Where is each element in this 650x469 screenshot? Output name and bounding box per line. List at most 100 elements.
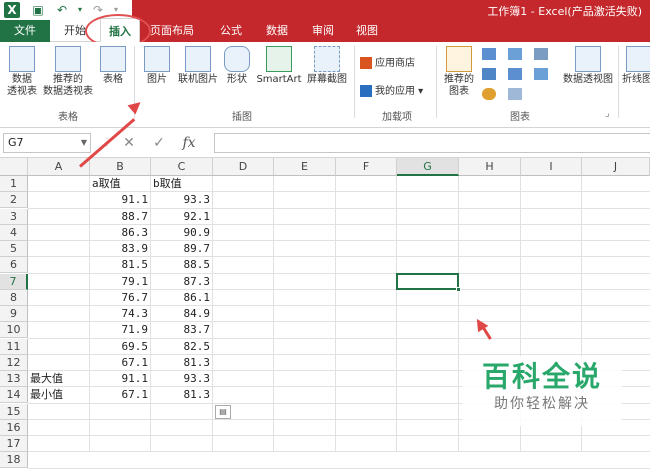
column-header-d[interactable]: D — [213, 158, 274, 176]
cell-b15[interactable] — [92, 404, 151, 420]
store-button[interactable]: 应用商店 — [360, 54, 415, 69]
enter-icon[interactable]: ✓ — [150, 133, 168, 153]
picture-button[interactable]: 图片 — [140, 46, 174, 86]
row-header[interactable]: 6 — [0, 257, 28, 274]
column-header-j[interactable]: J — [582, 158, 650, 176]
cell-a17[interactable] — [30, 436, 90, 452]
cell-b3[interactable]: 88.7 — [92, 209, 151, 225]
column-header-h[interactable]: H — [459, 158, 521, 176]
row-header[interactable]: 2 — [0, 192, 28, 209]
cell-b2[interactable]: 91.1 — [92, 192, 151, 208]
column-header-c[interactable]: C — [151, 158, 213, 176]
cell-c15[interactable] — [153, 404, 213, 420]
cell-a7[interactable] — [30, 274, 90, 290]
name-box[interactable]: G7 ▼ — [3, 133, 91, 153]
cell-a14[interactable]: 最小值 — [30, 387, 90, 403]
column-header-e[interactable]: E — [274, 158, 336, 176]
row-header[interactable]: 15 — [0, 403, 28, 420]
cell-c16[interactable] — [153, 420, 213, 436]
tab-review[interactable]: 审阅 — [312, 20, 334, 42]
tab-home[interactable]: 开始 — [64, 20, 86, 42]
smartart-button[interactable]: SmartArt — [254, 46, 304, 86]
cell-b5[interactable]: 83.9 — [92, 241, 151, 257]
paste-options-icon[interactable]: ▤ — [215, 404, 231, 419]
cell-b4[interactable]: 86.3 — [92, 225, 151, 241]
cell-c4[interactable]: 90.9 — [153, 225, 213, 241]
cell-c13[interactable]: 93.3 — [153, 371, 213, 387]
cell-a1[interactable] — [30, 176, 90, 192]
cancel-icon[interactable]: ✕ — [120, 133, 138, 153]
cell-c8[interactable]: 86.1 — [153, 290, 213, 306]
cell-c18[interactable] — [153, 452, 213, 468]
online-picture-button[interactable]: 联机图片 — [174, 46, 222, 86]
recommended-pivot-button[interactable]: 推荐的 数据透视表 — [40, 46, 96, 98]
cell-a11[interactable] — [30, 339, 90, 355]
save-icon[interactable]: ▣ — [30, 2, 46, 18]
cell-c17[interactable] — [153, 436, 213, 452]
row-header[interactable]: 7 — [0, 273, 28, 290]
tab-formulas[interactable]: 公式 — [220, 20, 242, 42]
stock-chart-icon[interactable] — [534, 68, 548, 80]
cell-b1[interactable]: a取值 — [92, 176, 151, 192]
shapes-button[interactable]: 形状 — [222, 46, 252, 86]
cell-a10[interactable] — [30, 322, 90, 338]
column-header-b[interactable]: B — [90, 158, 151, 176]
cell-c7[interactable]: 87.3 — [153, 274, 213, 290]
cell-c6[interactable]: 88.5 — [153, 257, 213, 273]
fill-handle[interactable] — [456, 286, 461, 292]
row-header[interactable]: 13 — [0, 371, 28, 387]
row-header[interactable]: 12 — [0, 354, 28, 371]
formula-input[interactable] — [214, 133, 650, 153]
table-button[interactable]: 表格 — [98, 46, 128, 86]
cell-b17[interactable] — [92, 436, 151, 452]
cell-c9[interactable]: 84.9 — [153, 306, 213, 322]
cell-b6[interactable]: 81.5 — [92, 257, 151, 273]
cell-b12[interactable]: 67.1 — [92, 355, 151, 371]
tab-view[interactable]: 视图 — [356, 20, 378, 42]
row-header[interactable]: 9 — [0, 306, 28, 322]
pivot-table-button[interactable]: 数据 透视表 — [4, 46, 40, 98]
pivot-chart-button[interactable]: 数据透视图 — [560, 46, 616, 86]
cell-a8[interactable] — [30, 290, 90, 306]
cell-c11[interactable]: 82.5 — [153, 339, 213, 355]
cell-a4[interactable] — [30, 225, 90, 241]
cell-a5[interactable] — [30, 241, 90, 257]
tab-file[interactable]: 文件 — [0, 20, 50, 42]
undo-dropdown-icon[interactable]: ▾ — [72, 2, 88, 18]
cell-a2[interactable] — [30, 192, 90, 208]
scatter-chart-icon[interactable] — [534, 48, 548, 60]
cell-a16[interactable] — [30, 420, 90, 436]
row-header[interactable]: 3 — [0, 208, 28, 225]
tab-data[interactable]: 数据 — [266, 20, 288, 42]
dialog-launcher-icon[interactable]: ⌟ — [605, 108, 610, 119]
row-header[interactable]: 18 — [0, 452, 28, 469]
screenshot-button[interactable]: 屏幕截图 — [304, 46, 350, 86]
cell-b13[interactable]: 91.1 — [92, 371, 151, 387]
pie-chart-icon[interactable] — [482, 88, 496, 100]
cell-b8[interactable]: 76.7 — [92, 290, 151, 306]
sparkline-line-button[interactable]: 折线图 — [622, 46, 650, 86]
cell-b11[interactable]: 69.5 — [92, 339, 151, 355]
column-header-f[interactable]: F — [336, 158, 397, 176]
line-chart-icon[interactable] — [482, 68, 496, 80]
cell-b18[interactable] — [92, 452, 151, 468]
row-header[interactable]: 4 — [0, 224, 28, 241]
cell-b16[interactable] — [92, 420, 151, 436]
cell-b14[interactable]: 67.1 — [92, 387, 151, 403]
row-header[interactable]: 17 — [0, 436, 28, 452]
cell-c1[interactable]: b取值 — [153, 176, 213, 192]
row-header[interactable]: 10 — [0, 322, 28, 339]
cell-a9[interactable] — [30, 306, 90, 322]
cell-a12[interactable] — [30, 355, 90, 371]
cell-a3[interactable] — [30, 209, 90, 225]
cell-a18[interactable] — [30, 452, 90, 468]
cell-b7[interactable]: 79.1 — [92, 274, 151, 290]
combo-chart-icon[interactable] — [508, 88, 522, 100]
tab-page-layout[interactable]: 页面布局 — [150, 20, 194, 42]
cell-a15[interactable] — [30, 404, 90, 420]
bar-chart-icon[interactable] — [508, 48, 522, 60]
cell-a13[interactable]: 最大值 — [30, 371, 90, 387]
column-chart-icon[interactable] — [482, 48, 496, 60]
column-header-g[interactable]: G — [397, 158, 459, 176]
row-header[interactable]: 1 — [0, 176, 28, 192]
